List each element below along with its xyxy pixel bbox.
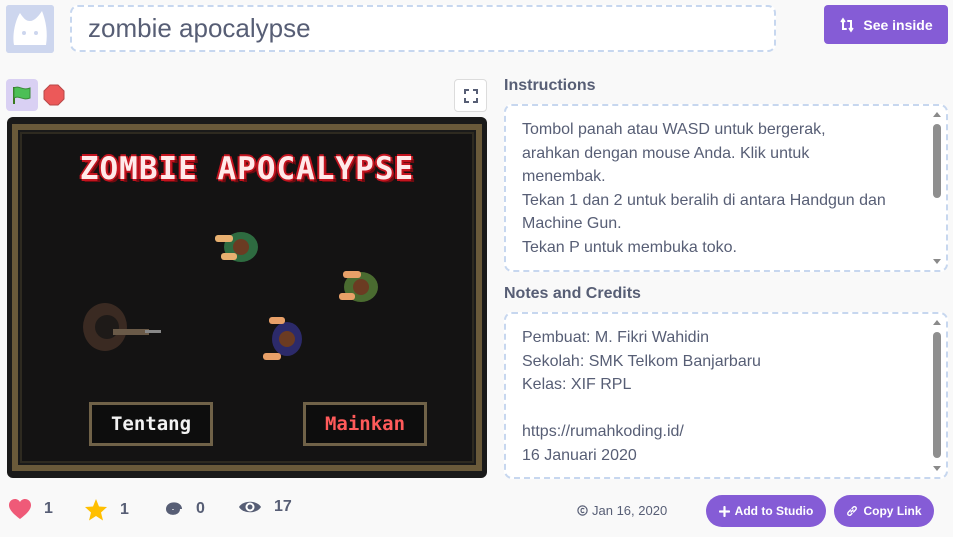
game-title: ZOMBIE APOCALYPSE — [79, 151, 415, 187]
remix-arrows-icon — [840, 17, 855, 32]
notes-heading: Notes and Credits — [504, 285, 641, 302]
game-about-button[interactable]: Tentang — [89, 402, 213, 446]
copyright-icon — [577, 505, 588, 516]
notes-text: Pembuat: M. Fikri Wahidin Sekolah: SMK T… — [522, 329, 761, 464]
views-stat: 17 — [238, 498, 292, 516]
see-inside-label: See inside — [863, 16, 933, 33]
favorite-stat[interactable]: 1 — [84, 498, 129, 522]
star-icon — [85, 499, 107, 521]
favorite-count: 1 — [120, 501, 129, 518]
add-to-studio-label: Add to Studio — [734, 504, 814, 518]
instructions-panel[interactable]: Tombol panah atau WASD untuk bergerak, a… — [504, 104, 948, 272]
fullscreen-button[interactable] — [454, 79, 487, 112]
scratch-cat-icon — [6, 5, 54, 53]
love-stat[interactable]: 1 — [8, 498, 53, 520]
scroll-down-icon[interactable] — [933, 466, 941, 471]
green-flag-button[interactable] — [6, 79, 38, 111]
scroll-up-icon[interactable] — [933, 112, 941, 117]
instructions-text: Tombol panah atau WASD untuk bergerak, a… — [522, 121, 886, 272]
player-sprite — [83, 303, 161, 351]
notes-scrollbar[interactable] — [930, 316, 944, 475]
remix-count: 0 — [196, 500, 205, 517]
see-inside-button[interactable]: See inside — [824, 5, 948, 44]
project-stage[interactable]: ZOMBIE APOCALYPSE Tentang Mainkan — [7, 117, 487, 478]
scrollbar-thumb[interactable] — [933, 332, 941, 458]
zombie-sprite — [263, 317, 302, 360]
instructions-scrollbar[interactable] — [930, 108, 944, 268]
add-to-studio-button[interactable]: Add to Studio — [706, 495, 826, 527]
remix-stat: 0 — [162, 498, 205, 520]
spiral-icon — [165, 502, 182, 515]
zombie-sprite — [339, 271, 378, 302]
love-count: 1 — [44, 500, 53, 517]
scrollbar-thumb[interactable] — [933, 124, 941, 198]
instructions-heading: Instructions — [504, 77, 596, 94]
project-title-input[interactable]: zombie apocalypse — [70, 5, 776, 52]
plus-icon — [718, 505, 730, 517]
heart-icon — [9, 499, 31, 519]
link-icon — [847, 505, 858, 517]
copy-link-button[interactable]: Copy Link — [834, 495, 934, 527]
shared-date-text: Jan 16, 2020 — [592, 503, 668, 518]
project-title: zombie apocalypse — [88, 13, 311, 43]
green-flag-icon — [13, 86, 31, 104]
stop-icon — [43, 84, 65, 106]
fullscreen-icon — [463, 88, 478, 103]
game-play-button[interactable]: Mainkan — [303, 402, 427, 446]
views-count: 17 — [274, 498, 292, 515]
stop-button[interactable] — [42, 83, 66, 107]
project-thumbnail-avatar[interactable] — [6, 5, 54, 53]
scroll-up-icon[interactable] — [933, 320, 941, 325]
shared-date: Jan 16, 2020 — [577, 503, 667, 518]
eye-icon — [239, 501, 261, 513]
zombie-sprite — [215, 232, 258, 262]
scroll-down-icon[interactable] — [933, 259, 941, 264]
notes-panel[interactable]: Pembuat: M. Fikri Wahidin Sekolah: SMK T… — [504, 312, 948, 479]
copy-link-label: Copy Link — [863, 504, 922, 518]
